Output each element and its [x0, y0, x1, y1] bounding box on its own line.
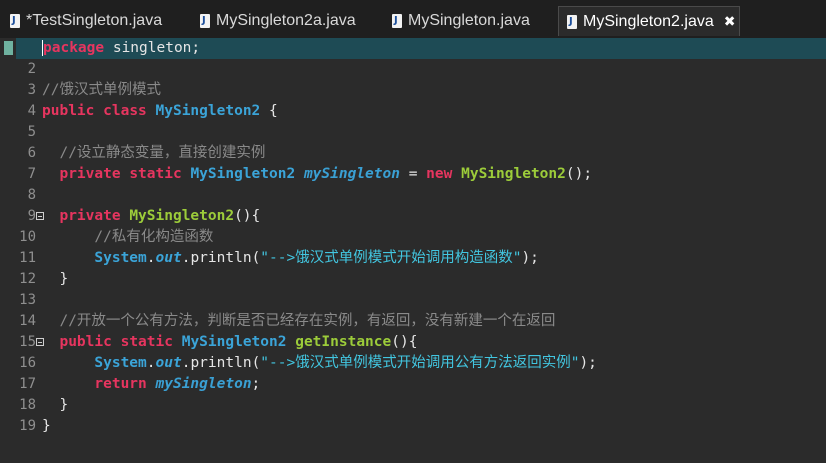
- tab-label: MySingleton2a.java: [216, 12, 356, 29]
- line-number: 15: [19, 334, 36, 350]
- code-text: (: [251, 250, 261, 266]
- code-text: ;: [251, 376, 261, 392]
- code-text: singleton;: [104, 40, 201, 56]
- keyword: return: [94, 376, 147, 392]
- code-text: (){: [234, 208, 261, 224]
- field-name: mySingleton: [155, 376, 252, 392]
- line-number: 6: [27, 145, 36, 161]
- code-line[interactable]: //设立静态变量，直接创建实例: [42, 143, 826, 164]
- method-call: println: [190, 355, 252, 371]
- java-file-icon: [567, 14, 577, 29]
- code-text: }: [59, 271, 69, 287]
- code-line-current[interactable]: package singleton;: [16, 38, 826, 59]
- code-text: (: [251, 355, 261, 371]
- code-line[interactable]: public static MySingleton2 getInstance()…: [42, 332, 826, 353]
- java-file-icon: [200, 14, 210, 28]
- field-name: out: [155, 250, 182, 266]
- keyword: public: [42, 103, 95, 119]
- keyword: new: [426, 166, 453, 182]
- code-text: .: [146, 250, 156, 266]
- tab-label: MySingleton2.java: [583, 12, 714, 30]
- method-call: println: [190, 250, 252, 266]
- editor-tab-bar: *TestSingleton.java MySingleton2a.java M…: [0, 0, 826, 39]
- string-literal: "-->饿汉式单例模式开始调用公有方法返回实例": [260, 355, 580, 371]
- line-number: 3: [27, 82, 36, 98]
- code-line[interactable]: }: [42, 269, 826, 290]
- class-name: System: [94, 250, 147, 266]
- code-text: {: [260, 103, 278, 119]
- method-name: getInstance: [295, 334, 392, 350]
- code-editor[interactable]: 1 2 3 4 5 6 7 8 9 10 11 12 13 14 15 16 1…: [0, 38, 826, 463]
- field-name: mySingleton: [303, 166, 400, 182]
- string-literal: "-->饿汉式单例模式开始调用构造函数": [260, 250, 522, 266]
- close-tab-icon[interactable]: ✖: [724, 13, 736, 30]
- code-line[interactable]: private static MySingleton2 mySingleton …: [42, 164, 826, 185]
- tab-mysingleton2a[interactable]: MySingleton2a.java: [192, 6, 364, 36]
- class-name: MySingleton2: [181, 334, 287, 350]
- code-line[interactable]: System.out.println("-->饿汉式单例模式开始调用构造函数")…: [42, 248, 826, 269]
- java-file-icon: [10, 14, 20, 28]
- tab-mysingleton2[interactable]: MySingleton2.java ✖: [558, 6, 740, 36]
- line-number: 10: [19, 229, 36, 245]
- code-line[interactable]: }: [42, 395, 826, 416]
- tab-testsingleton[interactable]: *TestSingleton.java: [2, 6, 170, 36]
- keyword: package: [43, 40, 105, 56]
- line-number: 8: [27, 187, 36, 203]
- line-number: 2: [27, 61, 36, 77]
- code-line[interactable]: }: [42, 416, 826, 437]
- comment: //设立静态变量，直接创建实例: [59, 145, 266, 161]
- tab-label: *TestSingleton.java: [26, 12, 163, 29]
- keyword: static: [129, 166, 182, 182]
- line-number: 16: [19, 355, 36, 371]
- line-number: 7: [27, 166, 36, 182]
- constructor-name: MySingleton2: [129, 208, 235, 224]
- constructor-call: MySingleton2: [461, 166, 566, 182]
- line-number: 18: [19, 397, 36, 413]
- java-file-icon: [392, 14, 402, 28]
- keyword: private: [59, 208, 121, 224]
- class-name: MySingleton2: [155, 103, 261, 119]
- class-name: System: [94, 355, 147, 371]
- line-number: 13: [19, 292, 36, 308]
- code-line[interactable]: //饿汉式单例模式: [42, 80, 826, 101]
- comment: //开放一个公有方法，判断是否已经存在实例，有返回，没有新建一个在返回: [59, 313, 556, 329]
- line-number: 11: [19, 250, 36, 266]
- code-text: }: [59, 397, 69, 413]
- line-number: 14: [19, 313, 36, 329]
- keyword: private: [59, 166, 121, 182]
- code-text: .: [146, 355, 156, 371]
- tab-label: MySingleton.java: [408, 12, 530, 29]
- code-line[interactable]: public class MySingleton2 {: [42, 101, 826, 122]
- line-number: 12: [19, 271, 36, 287]
- code-text: );: [521, 250, 539, 266]
- code-text: =: [399, 166, 427, 182]
- line-number: 4: [27, 103, 36, 119]
- tab-mysingleton[interactable]: MySingleton.java: [384, 6, 538, 36]
- code-text: }: [42, 418, 51, 434]
- code-line[interactable]: //私有化构造函数: [42, 227, 826, 248]
- keyword: class: [103, 103, 147, 119]
- comment: //私有化构造函数: [94, 229, 214, 245]
- class-name: MySingleton2: [190, 166, 296, 182]
- line-number: 5: [27, 124, 36, 140]
- keyword: public: [59, 334, 112, 350]
- keyword: static: [120, 334, 173, 350]
- code-text: ();: [565, 166, 593, 182]
- code-text: );: [579, 355, 597, 371]
- line-number: 9: [27, 208, 36, 224]
- comment: //饿汉式单例模式: [42, 82, 161, 98]
- change-marker: [4, 41, 13, 55]
- code-text: (){: [391, 334, 418, 350]
- line-number: 19: [19, 418, 36, 434]
- code-line[interactable]: private MySingleton2(){: [42, 206, 826, 227]
- code-line[interactable]: //开放一个公有方法，判断是否已经存在实例，有返回，没有新建一个在返回: [42, 311, 826, 332]
- line-number: 17: [19, 376, 36, 392]
- code-line[interactable]: System.out.println("-->饿汉式单例模式开始调用公有方法返回…: [42, 353, 826, 374]
- field-name: out: [155, 355, 182, 371]
- overview-ruler: [0, 38, 16, 463]
- code-line[interactable]: return mySingleton;: [42, 374, 826, 395]
